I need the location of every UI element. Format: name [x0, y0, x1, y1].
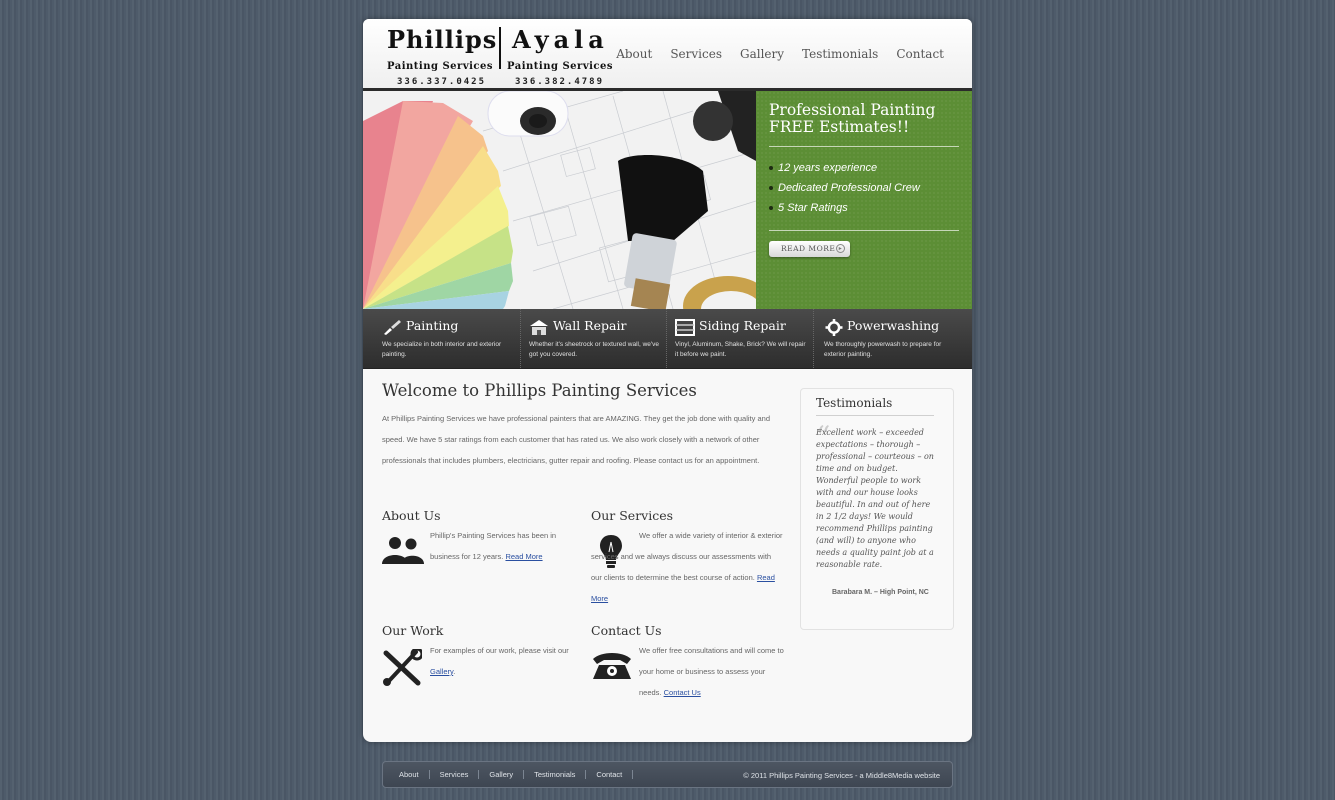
testimonials-divider: [816, 415, 934, 416]
logo-right-sub: Painting Services: [507, 61, 614, 72]
testimonials-title: Testimonials: [816, 396, 893, 410]
welcome-title: Welcome to Phillips Painting Services: [382, 381, 697, 400]
gear-icon: [825, 319, 843, 336]
logo-right-phone: 336.382.4789: [515, 77, 605, 87]
hero-bullet: 12 years experience: [769, 158, 920, 178]
about-us-text: Phillip's Painting Services has been in …: [430, 525, 570, 567]
about-us-title: About Us: [382, 508, 441, 523]
hero-title-line2: FREE Estimates!!: [769, 118, 910, 136]
service-text: Vinyl, Aluminum, Shake, Brick? We will r…: [675, 341, 806, 358]
logo-left-name: Phillips: [387, 25, 498, 54]
testimonial-quote: Excellent work – exceeded expectations –…: [816, 428, 934, 569]
testimonial-author: Barabara M. – High Point, NC: [832, 589, 929, 596]
nav-gallery[interactable]: Gallery: [740, 47, 784, 61]
telephone-icon: [593, 653, 631, 679]
logo-left-phone: 336.337.0425: [397, 77, 487, 87]
arrow-right-icon: ▸: [836, 244, 845, 253]
hero-title: Professional Painting FREE Estimates!!: [769, 102, 964, 136]
logo-right-name: Ayala: [512, 25, 609, 54]
hero-banner: Professional Painting FREE Estimates!! 1…: [363, 88, 972, 309]
hero-bullets: 12 years experience Dedicated Profession…: [769, 158, 920, 218]
house-icon: [530, 320, 548, 335]
gallery-link[interactable]: Gallery: [430, 667, 453, 676]
our-services-title: Our Services: [591, 508, 674, 523]
our-services-body: We offer a wide variety of interior & ex…: [591, 531, 783, 582]
our-work-block: Our Work For examples of our work, pleas…: [382, 623, 572, 686]
service-title: Siding Repair: [699, 318, 786, 333]
people-icon: [382, 537, 424, 564]
service-powerwashing[interactable]: Powerwashing We thoroughly powerwash to …: [813, 309, 972, 368]
header: Phillips Ayala Painting Services Paintin…: [363, 19, 972, 88]
hero-illustration: [363, 91, 756, 309]
footer-link-gallery[interactable]: Gallery: [479, 770, 525, 779]
contact-us-block: Contact Us We offer free consultations a…: [591, 623, 786, 697]
logo-divider: [499, 27, 501, 69]
contact-us-text: We offer free consultations and will com…: [639, 640, 784, 703]
footer-link-services[interactable]: Services: [430, 770, 480, 779]
footer-nav: About Services Gallery Testimonials Cont…: [389, 762, 634, 787]
paint-roller: [487, 91, 569, 137]
read-more-button[interactable]: READ MORE ▸: [769, 241, 850, 257]
hero-title-line1: Professional Painting: [769, 101, 936, 119]
hero-bullet: 5 Star Ratings: [769, 198, 920, 218]
hero-estimates-panel: Professional Painting FREE Estimates!! 1…: [756, 91, 972, 309]
footer-link-contact[interactable]: Contact: [586, 770, 634, 779]
our-work-title: Our Work: [382, 623, 444, 638]
service-text: We thoroughly powerwash to prepare for e…: [824, 341, 942, 358]
about-us-block: About Us Phillip's Painting Services has…: [382, 508, 572, 564]
hero-divider-top: [769, 146, 959, 147]
service-title: Powerwashing: [847, 318, 940, 333]
service-text: We specialize in both interior and exter…: [382, 341, 502, 358]
nav-about[interactable]: About: [616, 47, 652, 61]
service-title: Wall Repair: [553, 318, 627, 333]
footer: About Services Gallery Testimonials Cont…: [382, 761, 953, 788]
read-more-label: READ MORE: [781, 244, 836, 253]
paintbrush-icon: [384, 320, 401, 335]
service-wall-repair[interactable]: Wall Repair Whether it's sheetrock or te…: [520, 309, 675, 368]
hero-bullet: Dedicated Professional Crew: [769, 178, 920, 198]
hero-divider-bottom: [769, 230, 959, 231]
service-siding-repair[interactable]: Siding Repair Vinyl, Aluminum, Shake, Br…: [666, 309, 814, 368]
contact-us-body: We offer free consultations and will com…: [639, 646, 784, 697]
our-work-text: For examples of our work, please visit o…: [430, 640, 570, 682]
welcome-text: At Phillips Painting Services we have pr…: [382, 414, 770, 465]
about-read-more-link[interactable]: Read More: [505, 552, 542, 561]
tools-icon: [383, 649, 422, 686]
our-work-body: For examples of our work, please visit o…: [430, 646, 569, 655]
siding-icon: [675, 319, 695, 336]
our-work-suffix: .: [453, 667, 456, 676]
hero-image: [363, 91, 756, 309]
footer-copyright: © 2011 Phillips Painting Services - a Mi…: [743, 771, 940, 780]
service-text: Whether it's sheetrock or textured wall,…: [529, 341, 660, 358]
service-title: Painting: [406, 318, 459, 333]
nav-contact[interactable]: Contact: [896, 47, 944, 61]
testimonials-box: Testimonials “ Excellent work – exceeded…: [800, 388, 954, 630]
page-container: Phillips Ayala Painting Services Paintin…: [363, 19, 972, 742]
contact-us-title: Contact Us: [591, 623, 662, 638]
logo-left-sub: Painting Services: [387, 61, 494, 72]
main-nav: About Services Gallery Testimonials Cont…: [616, 47, 944, 61]
footer-link-testimonials[interactable]: Testimonials: [524, 770, 587, 779]
contact-us-link[interactable]: Contact Us: [664, 688, 701, 697]
logo[interactable]: Phillips Ayala Painting Services Paintin…: [387, 25, 617, 87]
our-services-text: We offer a wide variety of interior & ex…: [591, 525, 783, 609]
nav-testimonials[interactable]: Testimonials: [802, 47, 878, 61]
footer-link-about[interactable]: About: [389, 770, 430, 779]
service-painting[interactable]: Painting We specialize in both interior …: [382, 309, 519, 368]
our-services-block: Our Services We offer a wide variety of …: [591, 508, 786, 603]
nav-services[interactable]: Services: [670, 47, 722, 61]
main-content: Welcome to Phillips Painting Services At…: [363, 369, 972, 742]
services-bar: Painting We specialize in both interior …: [363, 309, 972, 369]
